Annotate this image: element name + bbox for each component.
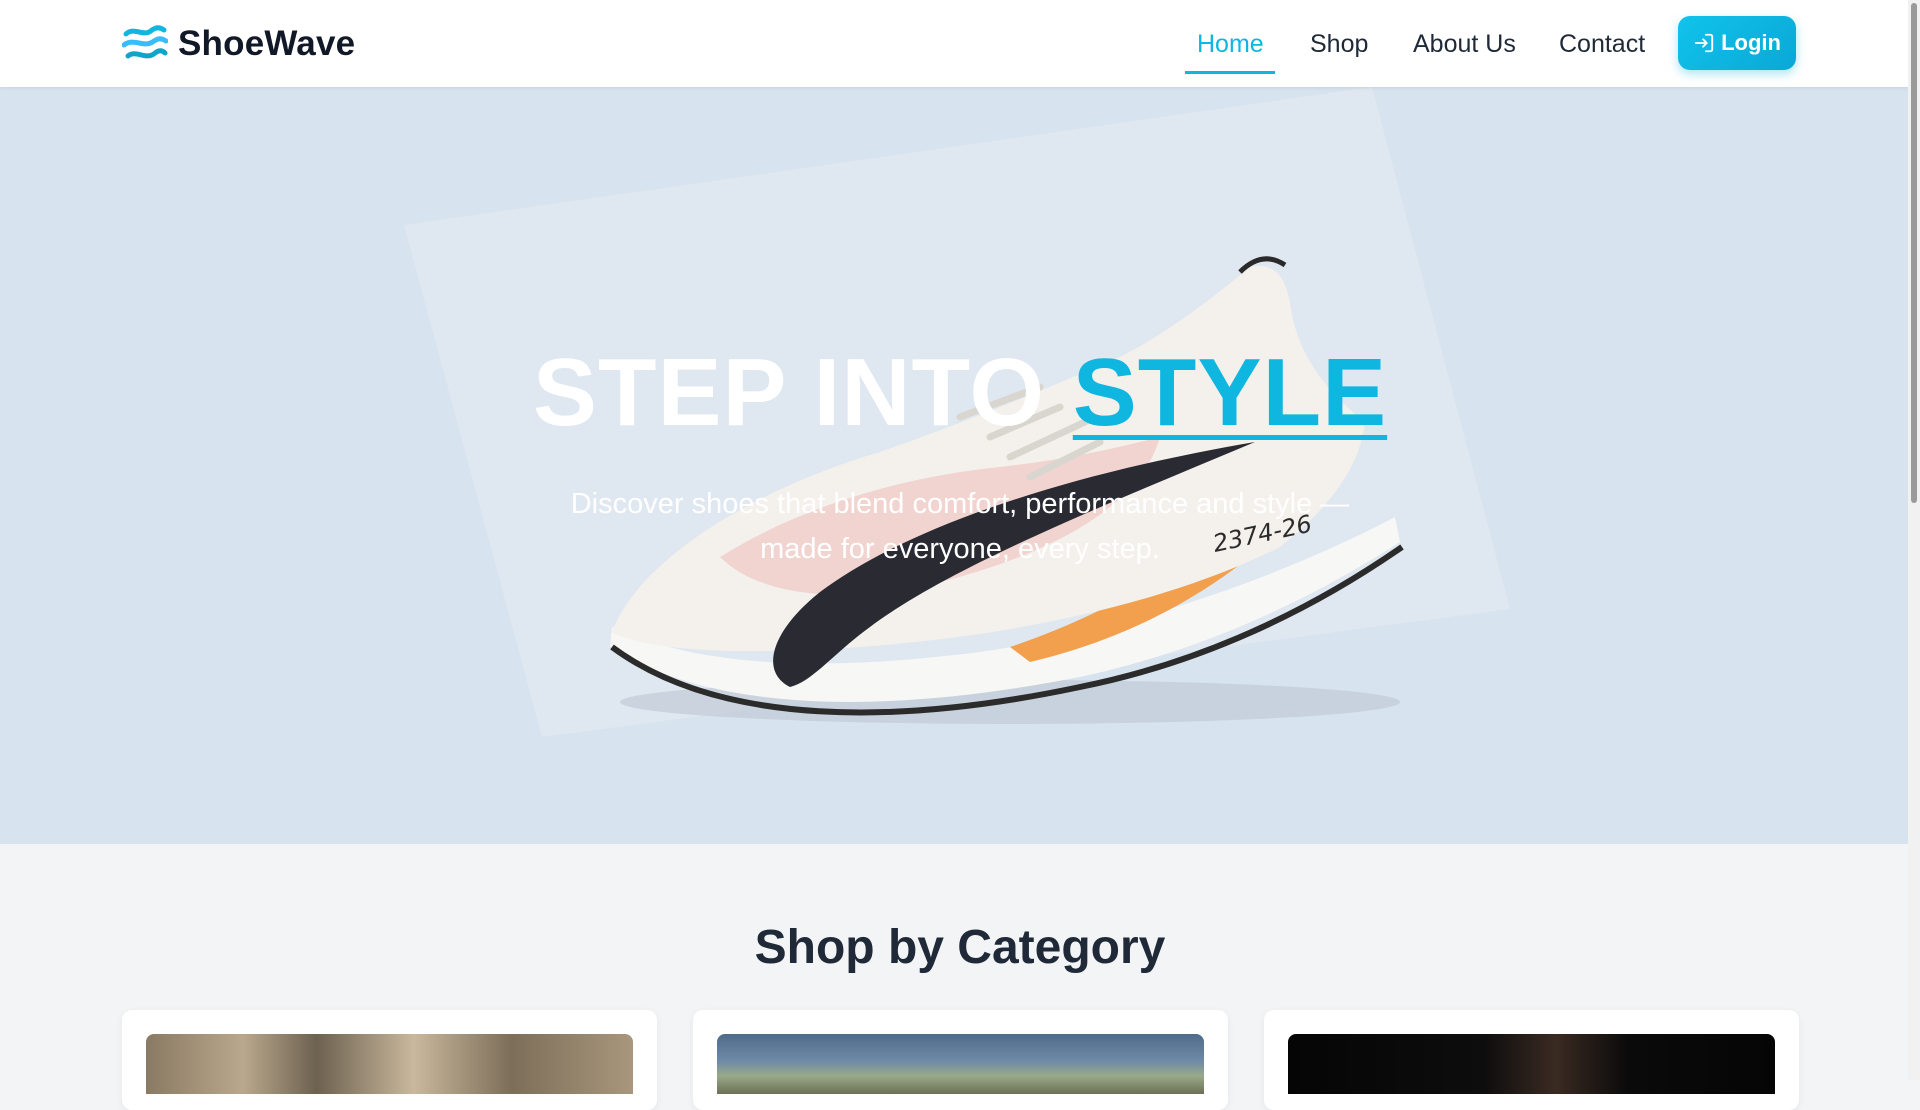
hero-title-accent: STYLE (1072, 339, 1388, 446)
scrollbar-thumb[interactable] (1911, 3, 1917, 503)
hero-shoe-image: 2374-26 (404, 87, 1510, 737)
login-arrow-icon (1694, 33, 1714, 53)
section-title-categories: Shop by Category (754, 921, 1166, 974)
category-card[interactable] (693, 1010, 1228, 1110)
brand-name: ShoeWave (178, 24, 356, 63)
category-card-image (146, 1034, 633, 1094)
nav-contact[interactable]: Contact (1559, 30, 1645, 59)
nav-active-indicator (1185, 71, 1275, 74)
nav-about-us[interactable]: About Us (1413, 30, 1516, 59)
login-label: Login (1721, 30, 1781, 55)
brand[interactable]: ShoeWave (122, 20, 355, 68)
site-header: ShoeWave Home Shop About Us Contact Logi… (0, 0, 1920, 87)
hero-title: STEP INTO STYLE (0, 345, 1908, 441)
nav-home[interactable]: Home (1197, 30, 1264, 59)
login-button[interactable]: Login (1678, 16, 1796, 70)
hero-title-main: STEP INTO (532, 339, 1073, 446)
hero-subtitle: Discover shoes that blend comfort, perfo… (570, 488, 1350, 565)
wave-logo-icon (122, 25, 168, 59)
category-card-image (1288, 1034, 1775, 1094)
category-card-image (717, 1034, 1204, 1094)
page-scrollbar[interactable] (1908, 0, 1920, 1080)
category-card[interactable] (122, 1010, 657, 1110)
nav-shop[interactable]: Shop (1310, 30, 1368, 59)
hero-section: 2374-26 STEP INTO STYLE Discover shoes t… (0, 87, 1908, 844)
category-card[interactable] (1264, 1010, 1799, 1110)
